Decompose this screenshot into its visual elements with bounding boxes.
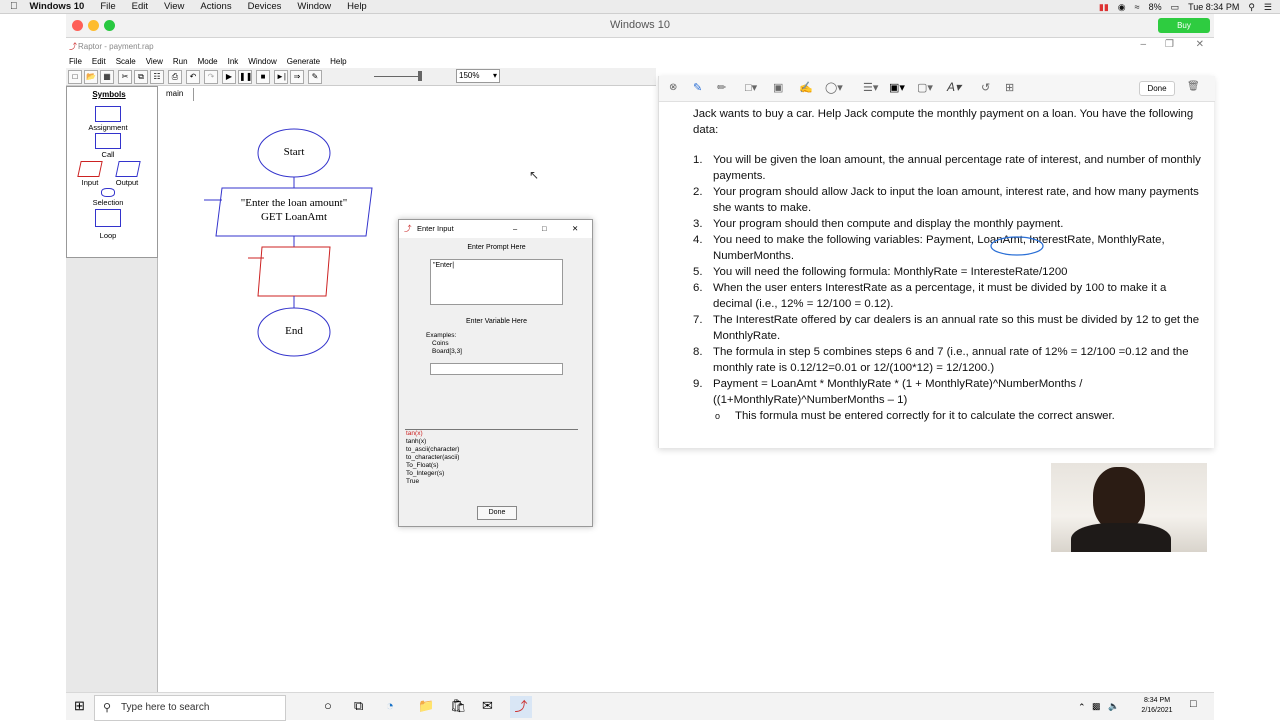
function-item[interactable]: To_Integer(s) [406, 470, 578, 478]
highlighter-icon[interactable]: ✏ [717, 81, 726, 94]
list-item: 9. Payment = LoanAmt * MonthlyRate * (1 +… [693, 378, 1083, 406]
input-new-parallelogram[interactable] [257, 246, 331, 297]
start-label: Start [283, 146, 305, 158]
list-item: 5. You will need the following formula: M… [693, 266, 1068, 278]
document-panel: ⊗ ✎ ✏ □▾ ▣ ✍ ◯▾ ☰▾ ▣▾ ▢▾ A▾ ↺ ⊞ Done 🗑 J… [658, 76, 1215, 448]
list-item: 8. The formula in step 5 combines steps 6… [693, 346, 1189, 374]
battery-percent: 8% [1148, 2, 1162, 12]
loanamt-circle-annotation [990, 236, 1044, 256]
presenter-head [1093, 467, 1145, 531]
font-icon[interactable]: A▾ [947, 80, 961, 94]
status-icon[interactable]: ◉ [1118, 2, 1126, 13]
document-body: Jack wants to buy a car. Help Jack compu… [693, 106, 1203, 424]
prompt-label: Enter Prompt Here [467, 244, 526, 251]
input-variable-text: GET LoanAmt [260, 211, 328, 223]
raptor-taskbar-icon[interactable]: ⤴ [510, 696, 532, 718]
markup-done-button[interactable]: Done [1139, 81, 1175, 96]
note-icon[interactable]: ◯▾ [825, 81, 843, 94]
crop-icon[interactable]: ⊞ [1005, 81, 1014, 94]
list-item: 7. The InterestRate offered by car dealer… [693, 314, 1200, 342]
shapes-icon[interactable]: □▾ [745, 81, 757, 94]
minimize-icon[interactable]: – [513, 220, 517, 238]
store-icon[interactable]: 🛍 [450, 698, 467, 714]
webcam-overlay [1051, 463, 1207, 552]
variable-input[interactable] [430, 363, 563, 375]
list-item: 6. When the user enters InterestRate as a… [693, 282, 1167, 310]
presenter-body [1071, 523, 1171, 552]
task-view-icon[interactable]: ⧉ [354, 698, 363, 714]
function-item[interactable]: True [406, 478, 578, 486]
windows-taskbar: ⊞ ⚲ Type here to search ○ ⧉ ◔ 📁 🛍 ✉ ⤴ ⌃ … [66, 692, 1214, 721]
maximize-icon[interactable]: □ [542, 220, 547, 238]
taskbar-date: 2/16/2021 [1141, 707, 1173, 714]
enter-input-dialog: ⤴ Enter Input – □ ✕ Enter Prompt Here "E… [398, 219, 593, 527]
close-icon[interactable]: ⊗ [669, 82, 677, 93]
cortana-icon[interactable]: ○ [324, 698, 332, 713]
intro-paragraph: Jack wants to buy a car. Help Jack compu… [693, 108, 1194, 136]
windows-start-icon[interactable]: ⊞ [74, 698, 85, 714]
maximize-icon[interactable]: ❐ [1165, 39, 1174, 50]
search-icon[interactable]: ⚲ [1248, 2, 1255, 13]
minimize-icon[interactable]: – [1140, 39, 1146, 50]
sign-icon[interactable]: ✍ [799, 81, 813, 94]
trash-icon[interactable]: 🗑 [1187, 81, 1200, 92]
battery-icon[interactable]: ▭ [1171, 2, 1180, 13]
control-center-icon[interactable]: ☰ [1264, 2, 1272, 13]
function-item[interactable]: tan(x) [406, 430, 578, 438]
rotate-icon[interactable]: ↺ [981, 81, 990, 94]
close-icon[interactable]: ✕ [1196, 39, 1204, 50]
function-item[interactable]: To_Float(s) [406, 462, 578, 470]
function-item[interactable]: to_character(ascii) [406, 454, 578, 462]
dialog-title: Enter Input [417, 224, 454, 233]
pen-icon[interactable]: ✎ [693, 81, 702, 94]
list-item: 2. Your program should allow Jack to inpu… [693, 186, 1199, 214]
wifi-icon[interactable]: ≈ [1135, 2, 1140, 12]
markup-toolbar: ⊗ ✎ ✏ □▾ ▣ ✍ ◯▾ ☰▾ ▣▾ ▢▾ A▾ ↺ ⊞ Done 🗑 [659, 76, 1215, 102]
text-icon[interactable]: ▣ [773, 81, 783, 94]
example-item: Board[3,3] [432, 348, 462, 355]
tray-chevron-icon[interactable]: ⌃ [1078, 702, 1086, 713]
variable-label: Enter Variable Here [466, 318, 527, 325]
line-style-icon[interactable]: ☰▾ [863, 81, 878, 94]
search-icon: ⚲ [103, 702, 112, 714]
raptor-logo-icon: ⤴ [404, 224, 412, 233]
dialog-done-button[interactable]: Done [477, 506, 517, 520]
prompt-textarea[interactable]: "Enter| [430, 259, 563, 305]
examples-label: Examples: [426, 332, 457, 339]
search-box[interactable]: ⚲ Type here to search [94, 695, 286, 721]
functions-list[interactable]: tan(x) tanh(x) to_ascii(character) to_ch… [405, 429, 578, 491]
search-placeholder: Type here to search [121, 702, 210, 713]
list-item: 1. You will be given the loan amount, the… [693, 154, 1201, 182]
end-label: End [285, 325, 303, 337]
taskbar-clock[interactable]: 8:34 PM 2/16/2021 [1132, 696, 1182, 716]
mail-icon[interactable]: ✉ [482, 698, 493, 714]
record-icon[interactable]: ▮▮ [1099, 2, 1109, 13]
mouse-cursor-icon: ↖ [529, 168, 540, 182]
clock[interactable]: Tue 8:34 PM [1188, 2, 1239, 12]
close-icon[interactable]: ✕ [572, 220, 578, 238]
input-prompt-text: "Enter the loan amount" [240, 197, 348, 209]
border-color-icon[interactable]: ▣▾ [889, 81, 905, 94]
dialog-title-bar: ⤴ Enter Input – □ ✕ [399, 220, 592, 238]
list-item: 4. You need to make the following variabl… [693, 234, 1165, 262]
example-item: Coins [432, 340, 449, 347]
file-explorer-icon[interactable]: 📁 [418, 698, 434, 714]
network-icon[interactable]: ▩ [1092, 701, 1101, 712]
edge-icon[interactable]: ◔ [386, 698, 394, 713]
function-item[interactable]: tanh(x) [406, 438, 578, 446]
buy-button[interactable]: Buy [1158, 18, 1210, 33]
sub-list-item: o This formula must be entered correctly … [715, 410, 1115, 422]
taskbar-time: 8:34 PM [1143, 697, 1171, 704]
list-item: 3. Your program should then compute and d… [693, 218, 1064, 230]
prompt-value: "Enter| [433, 262, 455, 269]
notifications-icon[interactable]: □ [1190, 698, 1197, 710]
function-item[interactable]: to_ascii(character) [406, 446, 578, 454]
fill-color-icon[interactable]: ▢▾ [917, 81, 933, 94]
volume-icon[interactable]: 🔈 [1108, 701, 1119, 712]
